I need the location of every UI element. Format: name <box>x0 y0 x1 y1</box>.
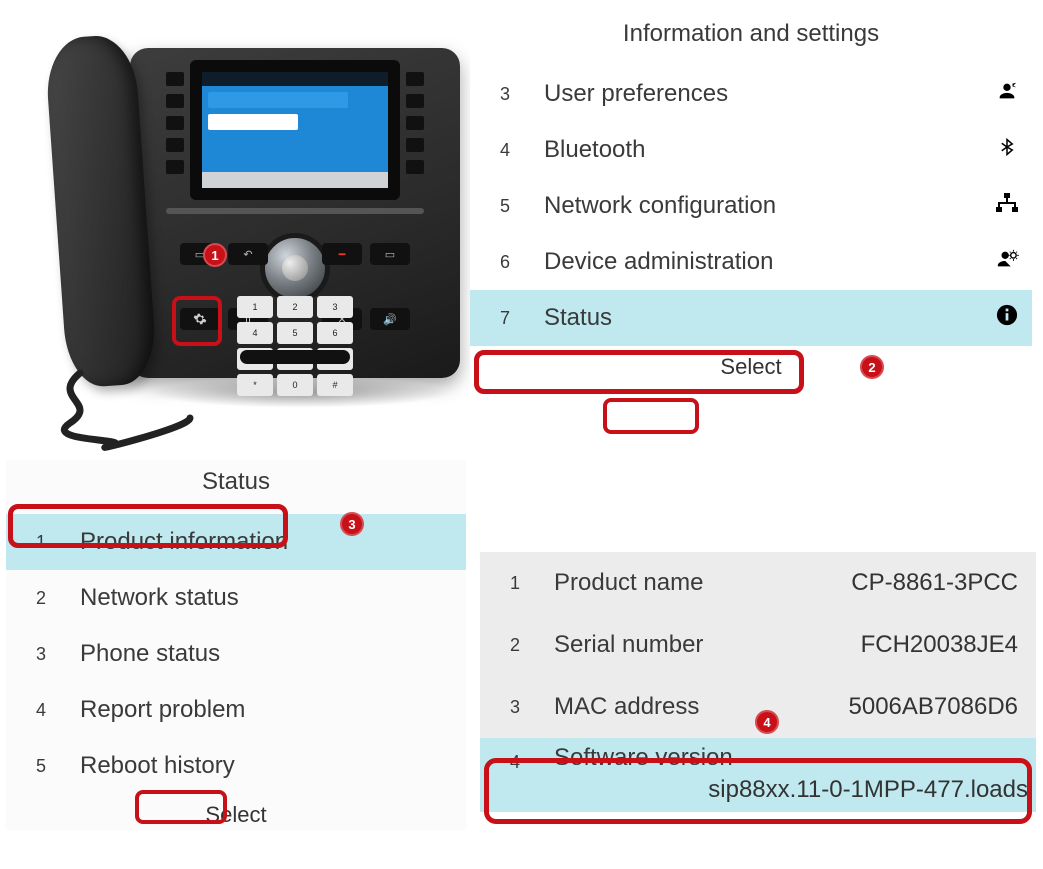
menu-item-reboot-history[interactable]: 5 Reboot history <box>6 738 466 794</box>
value-mac-address: 5006AB7086D6 <box>849 693 1018 721</box>
menu-item-user-preferences[interactable]: 3 User preferences <box>470 66 1032 122</box>
step-badge-3: 3 <box>340 512 364 536</box>
phone-screen <box>202 72 388 188</box>
menu-item-phone-status[interactable]: 3 Phone status <box>6 626 466 682</box>
handset-cord <box>40 368 200 448</box>
menu-item-device-administration[interactable]: 6 Device administration <box>470 234 1032 290</box>
highlight-status-row <box>474 350 804 394</box>
menu-item-bluetooth[interactable]: 4 Bluetooth <box>470 122 1032 178</box>
highlight-product-information <box>8 504 288 548</box>
highlight-select-2 <box>135 790 227 824</box>
highlight-select-1 <box>603 398 699 434</box>
value-serial-number: FCH20038JE4 <box>861 631 1018 659</box>
menu-item-report-problem[interactable]: 4 Report problem <box>6 682 466 738</box>
contacts-key[interactable]: ▭ <box>370 243 410 265</box>
field-product-name[interactable]: 1 Product name CP-8861-3PCC <box>480 552 1036 614</box>
back-key[interactable]: ↶ <box>228 243 268 265</box>
field-serial-number[interactable]: 2 Serial number FCH20038JE4 <box>480 614 1036 676</box>
step-badge-1: 1 <box>203 243 227 267</box>
menu-item-network-status[interactable]: 2 Network status <box>6 570 466 626</box>
information-and-settings-menu: Information and settings 3 User preferen… <box>470 12 1032 382</box>
menu-item-network-configuration[interactable]: 5 Network configuration <box>470 178 1032 234</box>
highlight-software-version <box>484 758 1032 824</box>
bluetooth-icon <box>982 136 1032 165</box>
user-icon <box>982 80 1032 109</box>
menu-item-status[interactable]: 7 Status <box>470 290 1032 346</box>
step-badge-2: 2 <box>860 355 884 379</box>
admin-icon <box>982 248 1032 277</box>
info-icon <box>982 304 1032 333</box>
step-badge-4: 4 <box>755 710 779 734</box>
network-icon <box>982 192 1032 220</box>
highlight-settings-key <box>172 296 222 346</box>
speaker-key[interactable]: 🔊 <box>370 308 410 330</box>
nav-ring[interactable] <box>260 233 330 303</box>
cisco-phone-photo: ▭ ↶ II ━ ▭ ✕ 🔊 123 456 789 *0# 1 <box>30 18 480 448</box>
value-product-name: CP-8861-3PCC <box>851 569 1018 597</box>
release-key[interactable]: ━ <box>322 243 362 265</box>
volume-rocker[interactable] <box>240 350 350 364</box>
page-title: Status <box>6 468 466 496</box>
page-title: Information and settings <box>470 20 1032 48</box>
dial-pad[interactable]: 123 456 789 *0# <box>237 296 353 396</box>
